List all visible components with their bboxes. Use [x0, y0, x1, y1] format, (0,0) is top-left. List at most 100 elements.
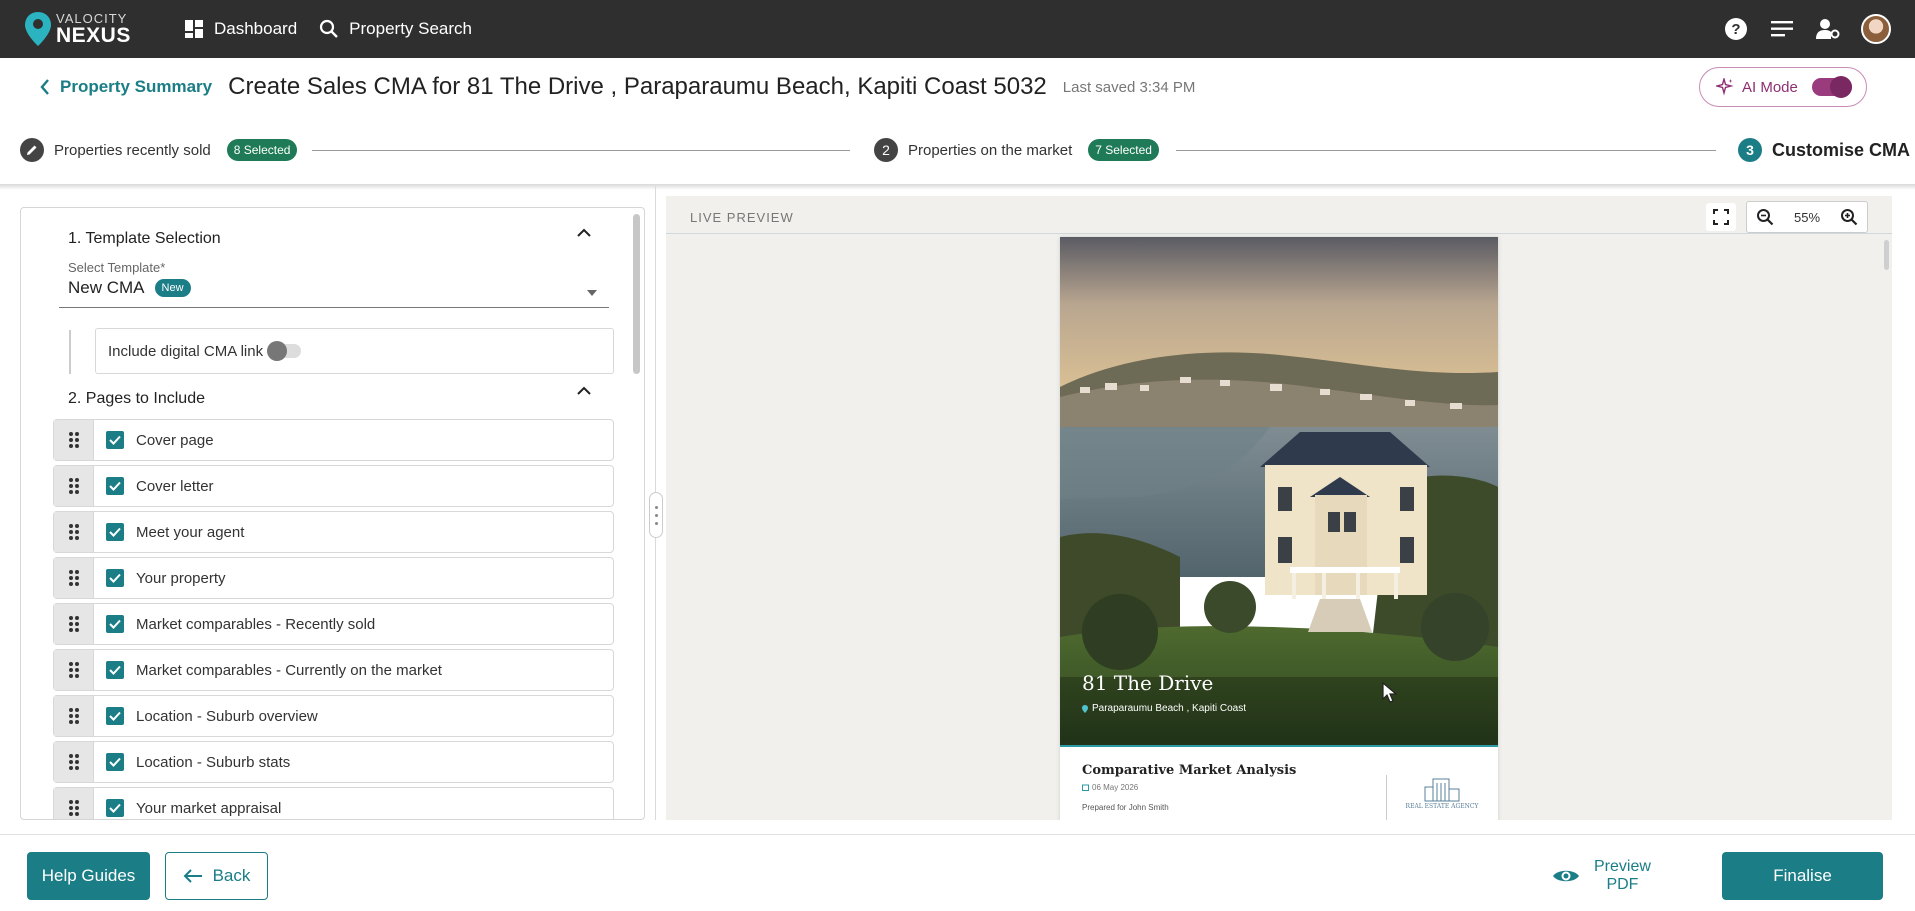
- checkmark-icon: [109, 665, 121, 675]
- cma-document-page: 81 The Drive Paraparaumu Beach , Kapiti …: [1060, 237, 1498, 820]
- digital-cma-link-label: Include digital CMA link: [108, 342, 264, 360]
- template-selection-title: 1. Template Selection: [68, 230, 221, 247]
- page-checkbox[interactable]: [106, 799, 124, 817]
- page-row-label: Your market appraisal: [136, 799, 282, 817]
- page-row[interactable]: Market comparables - Recently sold: [53, 603, 614, 645]
- agency-building-logo-icon: [1424, 778, 1460, 802]
- page-row-label: Location - Suburb stats: [136, 753, 291, 771]
- drag-handle-icon[interactable]: [54, 558, 94, 598]
- page-checkbox[interactable]: [106, 431, 124, 449]
- drag-handle-icon[interactable]: [54, 420, 94, 460]
- zoom-in-button[interactable]: [1839, 207, 1859, 227]
- zoom-level: 55%: [1793, 209, 1821, 225]
- customise-options-panel: 1. Template Selection Select Template* N…: [20, 207, 645, 820]
- finalise-button[interactable]: Finalise: [1722, 852, 1883, 900]
- preview-pdf-button[interactable]: Preview PDF: [1552, 852, 1682, 900]
- cover-divider-line: [1060, 745, 1498, 747]
- step-properties-on-the-market[interactable]: 2 Properties on the market 7 Selected: [874, 128, 1159, 172]
- checkmark-icon: [109, 435, 121, 445]
- step-customise-cma[interactable]: 3 Customise CMA: [1738, 128, 1910, 172]
- step-3-label: Customise CMA: [1772, 139, 1911, 160]
- nav-dashboard[interactable]: Dashboard: [184, 19, 297, 39]
- panel-resize-handle[interactable]: [649, 492, 663, 538]
- page-row-label: Meet your agent: [136, 523, 245, 541]
- drag-handle-icon[interactable]: [54, 466, 94, 506]
- drag-handle-icon[interactable]: [54, 742, 94, 782]
- step-2-selected-badge: 7 Selected: [1088, 139, 1159, 161]
- page-checkbox[interactable]: [106, 707, 124, 725]
- template-select-value: New CMA: [68, 278, 145, 297]
- checkmark-icon: [109, 619, 121, 629]
- menu-lines-icon[interactable]: [1769, 16, 1795, 42]
- page-row[interactable]: Your property: [53, 557, 614, 599]
- zoom-out-icon: [1757, 209, 1774, 226]
- progress-stepper: Properties recently sold 8 Selected 2 Pr…: [0, 128, 1915, 172]
- cover-location-text: Paraparaumu Beach , Kapiti Coast: [1092, 703, 1246, 714]
- step-properties-recently-sold[interactable]: Properties recently sold 8 Selected: [20, 128, 298, 172]
- preview-scrollbar[interactable]: [1884, 240, 1889, 270]
- dropdown-arrow-icon[interactable]: [587, 290, 597, 296]
- left-panel-scrollbar[interactable]: [633, 214, 640, 374]
- location-pin-icon: [25, 12, 51, 46]
- page-checkbox[interactable]: [106, 569, 124, 587]
- page-title: Create Sales CMA for 81 The Drive , Para…: [228, 73, 1047, 100]
- digital-cma-link-option: Include digital CMA link: [95, 328, 614, 374]
- page-checkbox[interactable]: [106, 523, 124, 541]
- live-preview-area: LIVE PREVIEW 55% 81 The Drive Paraparaum…: [666, 196, 1892, 820]
- select-template-label: Select Template*: [68, 260, 166, 275]
- valocity-nexus-logo[interactable]: VALOCITY NEXUS: [24, 11, 142, 47]
- fullscreen-button[interactable]: [1706, 203, 1736, 231]
- sparkle-icon: [1716, 78, 1734, 96]
- digital-cma-link-toggle[interactable]: [267, 341, 302, 361]
- help-guides-button[interactable]: Help Guides: [27, 852, 150, 900]
- svg-text:?: ?: [1731, 21, 1740, 38]
- back-button[interactable]: Back: [165, 852, 268, 900]
- zoom-in-icon: [1841, 209, 1858, 226]
- page-checkbox[interactable]: [106, 615, 124, 633]
- page-row[interactable]: Meet your agent: [53, 511, 614, 553]
- search-icon: [320, 19, 339, 38]
- eye-icon: [1553, 870, 1579, 882]
- page-row[interactable]: Location - Suburb overview: [53, 695, 614, 737]
- preview-toolbar: LIVE PREVIEW 55%: [666, 196, 1892, 234]
- pencil-icon: [20, 138, 44, 162]
- property-summary-back-link[interactable]: Property Summary: [40, 77, 212, 97]
- logo-bottom-text: NEXUS: [56, 24, 131, 47]
- top-nav-bar: VALOCITY NEXUS Dashboard Property Search…: [0, 0, 1915, 58]
- page-row[interactable]: Your market appraisal: [53, 787, 614, 819]
- step-2-number: 2: [874, 138, 898, 162]
- step-connector-2: [1176, 150, 1716, 151]
- user-settings-icon[interactable]: [1815, 16, 1841, 42]
- fullscreen-icon: [1713, 209, 1729, 225]
- page-row[interactable]: Market comparables - Currently on the ma…: [53, 649, 614, 691]
- zoom-out-button[interactable]: [1755, 207, 1775, 227]
- ai-mode-switch[interactable]: [1812, 76, 1852, 98]
- template-select[interactable]: New CMA New: [68, 278, 191, 298]
- help-icon[interactable]: ?: [1723, 16, 1749, 42]
- page-row[interactable]: Cover page: [53, 419, 614, 461]
- cma-date: 06 May 2026: [1082, 783, 1138, 792]
- cma-heading: Comparative Market Analysis: [1082, 763, 1297, 778]
- page-row[interactable]: Cover letter: [53, 465, 614, 507]
- page-checkbox[interactable]: [106, 661, 124, 679]
- page-checkbox[interactable]: [106, 753, 124, 771]
- page-row-label: Cover letter: [136, 477, 214, 495]
- arrow-left-icon: [183, 869, 202, 883]
- nav-property-search[interactable]: Property Search: [319, 19, 472, 39]
- drag-handle-icon[interactable]: [54, 512, 94, 552]
- step-2-label: Properties on the market: [908, 141, 1073, 159]
- chevron-up-icon[interactable]: [575, 224, 593, 242]
- ai-mode-toggle-button[interactable]: AI Mode: [1699, 67, 1867, 107]
- page-row[interactable]: Location - Suburb stats: [53, 741, 614, 783]
- page-checkbox[interactable]: [106, 477, 124, 495]
- drag-handle-icon[interactable]: [54, 696, 94, 736]
- dashboard-grid-icon: [185, 20, 203, 38]
- drag-handle-icon[interactable]: [54, 604, 94, 644]
- nav-property-search-label: Property Search: [349, 19, 473, 38]
- chevron-up-icon[interactable]: [575, 382, 593, 400]
- drag-handle-icon[interactable]: [54, 650, 94, 690]
- drag-handle-icon[interactable]: [54, 788, 94, 819]
- back-button-label: Back: [212, 866, 251, 885]
- mouse-cursor-icon: [1382, 682, 1398, 703]
- user-avatar[interactable]: [1861, 14, 1891, 44]
